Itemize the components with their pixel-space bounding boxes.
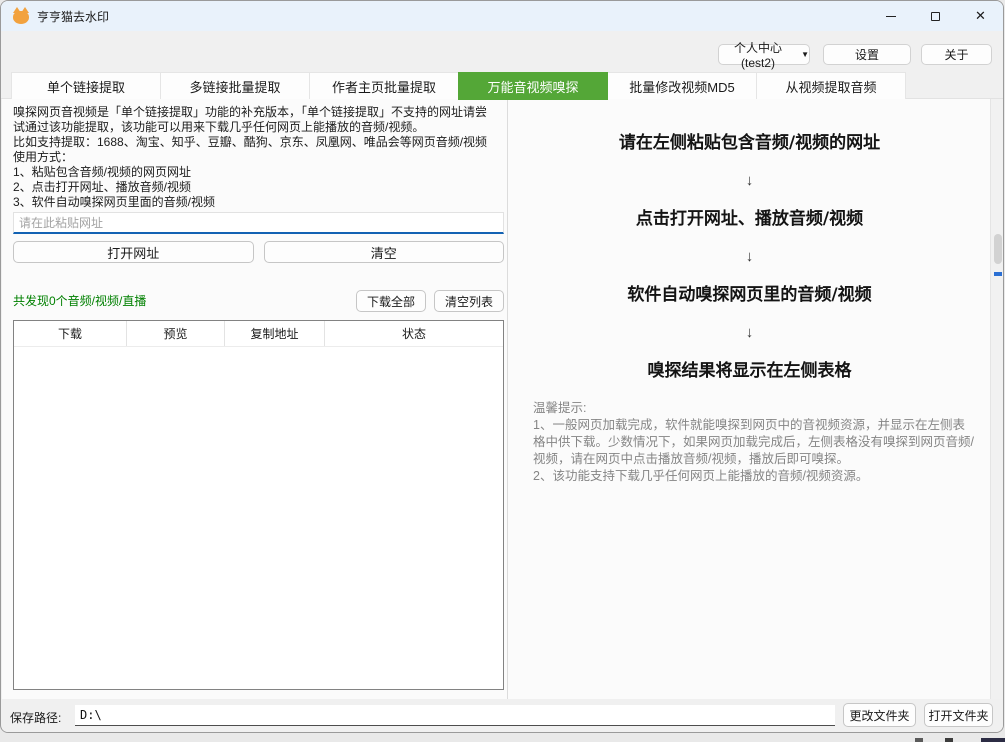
description-line: 嗅探网页音视频是「单个链接提取」功能的补充版本，「单个链接提取」不支持的网址请尝 xyxy=(13,105,505,120)
description-line: 比如支持提取：1688、淘宝、知乎、豆瓣、酷狗、京东、凤凰网、唯品会等网页音频/… xyxy=(13,135,505,150)
url-input[interactable] xyxy=(13,212,504,234)
down-arrow-icon: ↓ xyxy=(509,322,990,344)
tab-extract-audio-from-video[interactable]: 从视频提取音频 xyxy=(756,72,906,99)
step-1-text: 请在左侧粘贴包含音频/视频的网址 xyxy=(509,132,990,154)
open-url-button[interactable]: 打开网址 xyxy=(13,241,254,263)
maximize-button[interactable] xyxy=(913,1,958,31)
tab-author-page-batch-extract[interactable]: 作者主页批量提取 xyxy=(309,72,459,99)
usage-steps: 请在左侧粘贴包含音频/视频的网址 ↓ 点击打开网址、播放音频/视频 ↓ 软件自动… xyxy=(509,99,990,382)
right-panel: 请在左侧粘贴包含音频/视频的网址 ↓ 点击打开网址、播放音频/视频 ↓ 软件自动… xyxy=(509,99,990,701)
minimize-button[interactable] xyxy=(868,1,913,31)
found-count-status: 共发现0个音频/视频/直播 xyxy=(13,292,146,312)
chevron-down-icon: ▼ xyxy=(801,51,809,59)
tab-universal-media-sniffer[interactable]: 万能音视频嗅探 xyxy=(458,72,608,100)
clear-url-button[interactable]: 清空 xyxy=(264,241,505,263)
step-4-text: 嗅探结果将显示在左侧表格 xyxy=(509,360,990,382)
column-header-preview: 预览 xyxy=(127,321,225,346)
left-panel: 嗅探网页音视频是「单个链接提取」功能的补充版本，「单个链接提取」不支持的网址请尝… xyxy=(2,99,508,701)
column-header-copy-address: 复制地址 xyxy=(225,321,325,346)
tips-title: 温馨提示: xyxy=(533,400,974,417)
download-all-button[interactable]: 下载全部 xyxy=(356,290,426,312)
save-path-input[interactable] xyxy=(75,705,835,726)
minimize-icon xyxy=(886,16,896,17)
app-cat-icon xyxy=(13,11,29,24)
scrollbar-thumb[interactable] xyxy=(994,234,1002,264)
description-line: 试通过该功能提取，该功能可以用来下载几乎任何网页上能播放的音频/视频。 xyxy=(13,120,505,135)
about-button[interactable]: 关于 xyxy=(921,44,992,65)
title-bar: 亨亨猫去水印 ✕ xyxy=(1,1,1003,31)
tips-section: 温馨提示: 1、一般网页加载完成，软件就能嗅探到网页中的音视频资源，并显示在左侧… xyxy=(509,400,990,485)
save-path-bar: 保存路径: 更改文件夹 打开文件夹 xyxy=(2,699,1004,732)
maximize-icon xyxy=(931,12,940,21)
tab-batch-modify-md5[interactable]: 批量修改视频MD5 xyxy=(607,72,757,99)
tip-1-text: 1、一般网页加载完成，软件就能嗅探到网页中的音视频资源，并显示在左侧表格中供下载… xyxy=(533,417,974,468)
step-2-text: 点击打开网址、播放音频/视频 xyxy=(509,208,990,230)
close-button[interactable]: ✕ xyxy=(958,1,1003,31)
clear-list-button[interactable]: 清空列表 xyxy=(434,290,504,312)
content-area: 嗅探网页音视频是「单个链接提取」功能的补充版本，「单个链接提取」不支持的网址请尝… xyxy=(2,99,1004,701)
tab-bar: 单个链接提取 多链接批量提取 作者主页批量提取 万能音视频嗅探 批量修改视频MD… xyxy=(1,71,1003,99)
header-bar: 个人中心(test2) ▼ 设置 关于 xyxy=(1,31,1003,71)
window-controls: ✕ xyxy=(868,1,1003,31)
tip-2-text: 2、该功能支持下载几乎任何网页上能播放的音频/视频资源。 xyxy=(533,468,974,485)
list-actions: 下载全部 清空列表 xyxy=(356,290,504,312)
app-window: 亨亨猫去水印 ✕ 个人中心(test2) ▼ 设置 关于 单个链接提取 多链接批… xyxy=(0,0,1004,733)
down-arrow-icon: ↓ xyxy=(509,170,990,192)
settings-button[interactable]: 设置 xyxy=(823,44,911,65)
column-header-download: 下载 xyxy=(14,321,127,346)
tab-single-link-extract[interactable]: 单个链接提取 xyxy=(11,72,161,99)
account-menu-label: 个人中心(test2) xyxy=(719,39,797,70)
feature-description: 嗅探网页音视频是「单个链接提取」功能的补充版本，「单个链接提取」不支持的网址请尝… xyxy=(13,105,505,210)
description-line: 使用方式： xyxy=(13,150,505,165)
results-toolbar: 共发现0个音频/视频/直播 下载全部 清空列表 xyxy=(13,290,504,312)
down-arrow-icon: ↓ xyxy=(509,246,990,268)
change-folder-button[interactable]: 更改文件夹 xyxy=(843,703,916,727)
desktop-taskbar-sliver xyxy=(915,738,1005,742)
account-menu-button[interactable]: 个人中心(test2) ▼ xyxy=(718,44,810,65)
window-title: 亨亨猫去水印 xyxy=(37,8,109,25)
description-line: 3、软件自动嗅探网页里面的音频/视频 xyxy=(13,195,505,210)
step-3-text: 软件自动嗅探网页里的音频/视频 xyxy=(509,284,990,306)
save-path-label: 保存路径: xyxy=(10,709,61,726)
results-table-header: 下载 预览 复制地址 状态 xyxy=(14,321,503,347)
open-folder-button[interactable]: 打开文件夹 xyxy=(924,703,993,727)
url-actions-row: 打开网址 清空 xyxy=(13,241,504,263)
column-header-status: 状态 xyxy=(325,321,503,346)
results-table: 下载 预览 复制地址 状态 xyxy=(13,320,504,690)
scrollbar-marker xyxy=(994,272,1002,276)
tab-multi-link-batch-extract[interactable]: 多链接批量提取 xyxy=(160,72,310,99)
description-line: 2、点击打开网址、播放音频/视频 xyxy=(13,180,505,195)
right-panel-scrollbar[interactable] xyxy=(990,99,1004,701)
description-line: 1、粘贴包含音频/视频的网页网址 xyxy=(13,165,505,180)
